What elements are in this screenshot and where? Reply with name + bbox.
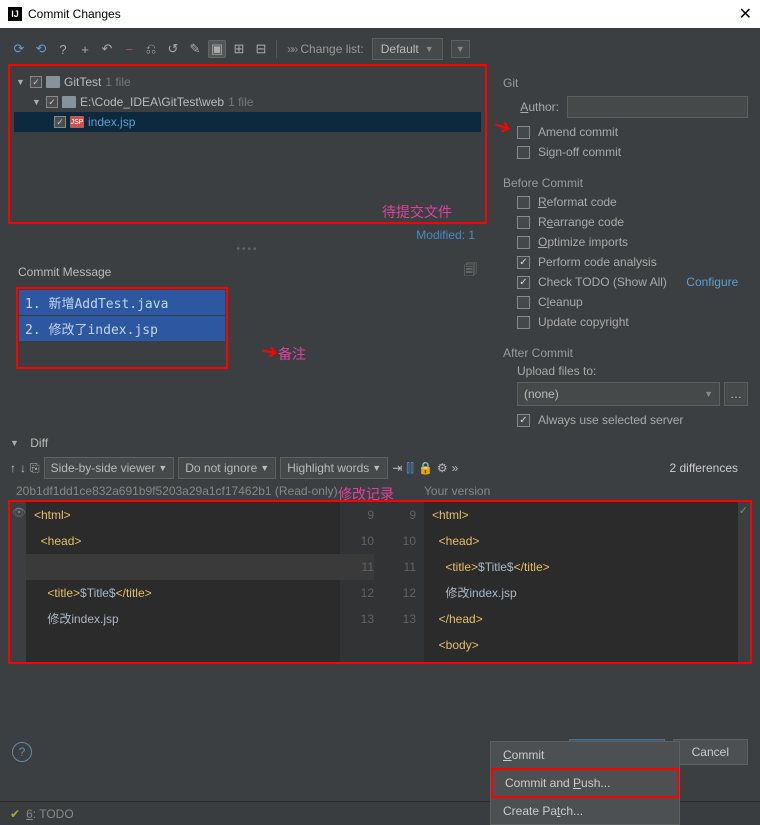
lock-icon[interactable]: 🔒 <box>418 461 433 475</box>
todo-option[interactable]: ✓Check TODO (Show All) Configure <box>503 272 748 292</box>
commit-dropdown: Commit Commit and Push... Create Patch..… <box>490 741 680 825</box>
group-icon[interactable]: ▣ <box>208 40 226 58</box>
ignore-combo[interactable]: Do not ignore▼ <box>178 457 276 479</box>
diff-right-pane[interactable]: <html> <head> <title>$Title$</title> 修改i… <box>424 502 738 662</box>
app-icon: IJ <box>8 7 22 21</box>
gear-icon[interactable]: ⚙ <box>437 461 448 475</box>
checkbox[interactable]: ✓ <box>54 116 66 128</box>
remove-icon[interactable]: − <box>120 40 138 58</box>
diff-toolbar: ↑ ↓ ⎘ Side-by-side viewer▼ Do not ignore… <box>0 454 760 482</box>
menu-commit[interactable]: Commit <box>491 742 679 768</box>
changes-tree: ▼ ✓ GitTest 1 file ▼ ✓ E:\Code_IDEA\GitT… <box>8 64 487 224</box>
changelist-combo[interactable]: Default▼ <box>372 38 443 60</box>
changelist-label: »»Change list: <box>287 42 364 56</box>
tree-root-name: GitTest <box>64 75 101 89</box>
help-icon[interactable]: ? <box>54 40 72 58</box>
sync-icon[interactable]: ⟲ <box>32 40 50 58</box>
add-icon[interactable]: + <box>76 40 94 58</box>
tree-folder[interactable]: ▼ ✓ E:\Code_IDEA\GitTest\web 1 file <box>14 92 481 112</box>
sync-scroll-icon[interactable]: ⫿⫿ <box>406 461 414 476</box>
always-server-option[interactable]: ✓Always use selected server <box>503 410 748 430</box>
upload-label: Upload files to: <box>503 362 748 378</box>
refresh-icon[interactable]: ⟳ <box>10 40 28 58</box>
rollback-icon[interactable]: ↶ <box>98 40 116 58</box>
shelve-icon[interactable]: ⎌ <box>142 40 160 58</box>
amend-option[interactable]: Amend commit <box>503 122 748 142</box>
close-icon[interactable]: ✕ <box>739 4 752 24</box>
changelist-extra[interactable]: ▼ <box>451 40 470 58</box>
more-icon[interactable]: » <box>452 461 459 475</box>
before-commit-heading: Before Commit <box>503 172 748 192</box>
edit-icon[interactable]: ✎ <box>186 40 204 58</box>
commit-line-2: 2. 修改了index.jsp <box>19 316 225 341</box>
tree-file[interactable]: ✓ JSP index.jsp <box>14 112 481 132</box>
upload-select[interactable]: (none)▼ <box>517 382 720 406</box>
configure-link[interactable]: Configure <box>686 275 738 289</box>
history-icon[interactable]: 🗐 <box>464 261 477 283</box>
diff-settings-icon[interactable]: ⎘ <box>30 461 40 476</box>
todo-icon[interactable]: ✔ <box>10 807 20 821</box>
checkbox[interactable]: ✓ <box>30 76 42 88</box>
analysis-option[interactable]: ✓Perform code analysis <box>503 252 748 272</box>
tree-root-suffix: 1 file <box>105 75 130 89</box>
undo-icon[interactable]: ↺ <box>164 40 182 58</box>
author-input[interactable] <box>567 96 748 118</box>
diff-heading[interactable]: ▼ Diff <box>0 430 760 454</box>
window-title: Commit Changes <box>28 7 121 21</box>
titlebar: IJ Commit Changes ✕ <box>0 0 760 28</box>
diff-right-label: Your version <box>424 484 748 498</box>
toolbar: ⟳ ⟲ ? + ↶ − ⎌ ↺ ✎ ▣ ⊞ ⊟ »»Change list: D… <box>0 34 760 64</box>
viewer-combo[interactable]: Side-by-side viewer▼ <box>44 457 175 479</box>
after-commit-heading: After Commit <box>503 342 748 362</box>
highlight-combo[interactable]: Highlight words▼ <box>280 457 388 479</box>
prev-diff-icon[interactable]: ↑ <box>10 461 16 475</box>
tree-root[interactable]: ▼ ✓ GitTest 1 file <box>14 72 481 92</box>
author-row: Author: <box>503 92 748 122</box>
checkbox[interactable]: ✓ <box>46 96 58 108</box>
signoff-option[interactable]: Sign-off commit <box>503 142 748 162</box>
expand-icon[interactable]: ⊞ <box>230 40 248 58</box>
commit-message-box[interactable]: 1. 新增AddTest.java 2. 修改了index.jsp ➔ <box>16 287 228 369</box>
menu-commit-push[interactable]: Commit and Push... <box>491 768 679 798</box>
collapse-icon[interactable]: ⊟ <box>252 40 270 58</box>
diff-left-label: 20b1df1dd1ce832a691b9f5203a29a1cf17462b1… <box>16 484 340 498</box>
help-button[interactable]: ? <box>12 742 32 762</box>
upload-more-button[interactable]: … <box>724 382 748 406</box>
folder-icon <box>46 76 60 88</box>
tree-file-name: index.jsp <box>88 115 135 129</box>
diff-count: 2 differences <box>658 461 751 475</box>
rearrange-option[interactable]: Rearrange code <box>503 212 748 232</box>
accept-icon[interactable]: ✓ <box>739 504 748 517</box>
diff-body: 👁 <html> <head> <title>$Title$</title> 修… <box>8 500 752 664</box>
diff-gutter: 9 10 11 12 13 9 10 11 12 13 <box>340 502 424 662</box>
jsp-file-icon: JSP <box>70 116 84 128</box>
folder-icon <box>62 96 76 108</box>
diff-left-pane[interactable]: <html> <head> <title>$Title$</title> 修改i… <box>26 502 340 662</box>
annotation-remark: 备注 <box>278 344 306 364</box>
cancel-button[interactable]: Cancel <box>673 739 748 765</box>
optimize-option[interactable]: Optimize imports <box>503 232 748 252</box>
annotation-pending: 待提交文件 <box>382 202 452 222</box>
commit-message-heading: Commit Message 🗐 <box>8 255 487 287</box>
next-diff-icon[interactable]: ↓ <box>20 461 26 475</box>
git-heading: Git <box>503 72 748 92</box>
todo-label[interactable]: 6: TODO <box>26 807 74 821</box>
eye-icon[interactable]: 👁 <box>10 502 26 523</box>
cleanup-option[interactable]: Cleanup <box>503 292 748 312</box>
menu-create-patch[interactable]: Create Patch... <box>491 798 679 824</box>
tree-folder-name: E:\Code_IDEA\GitTest\web <box>80 95 224 109</box>
reformat-option[interactable]: Reformat code <box>503 192 748 212</box>
commit-line-1: 1. 新增AddTest.java <box>19 290 225 315</box>
modified-count: Modified: 1 <box>8 224 487 244</box>
copyright-option[interactable]: Update copyright <box>503 312 748 332</box>
collapse-diff-icon[interactable]: ⇥ <box>392 461 402 475</box>
chevron-down-icon[interactable]: ▼ <box>32 97 42 107</box>
chevron-down-icon[interactable]: ▼ <box>16 77 26 87</box>
author-label: Author: <box>503 100 559 114</box>
tree-folder-suffix: 1 file <box>228 95 253 109</box>
